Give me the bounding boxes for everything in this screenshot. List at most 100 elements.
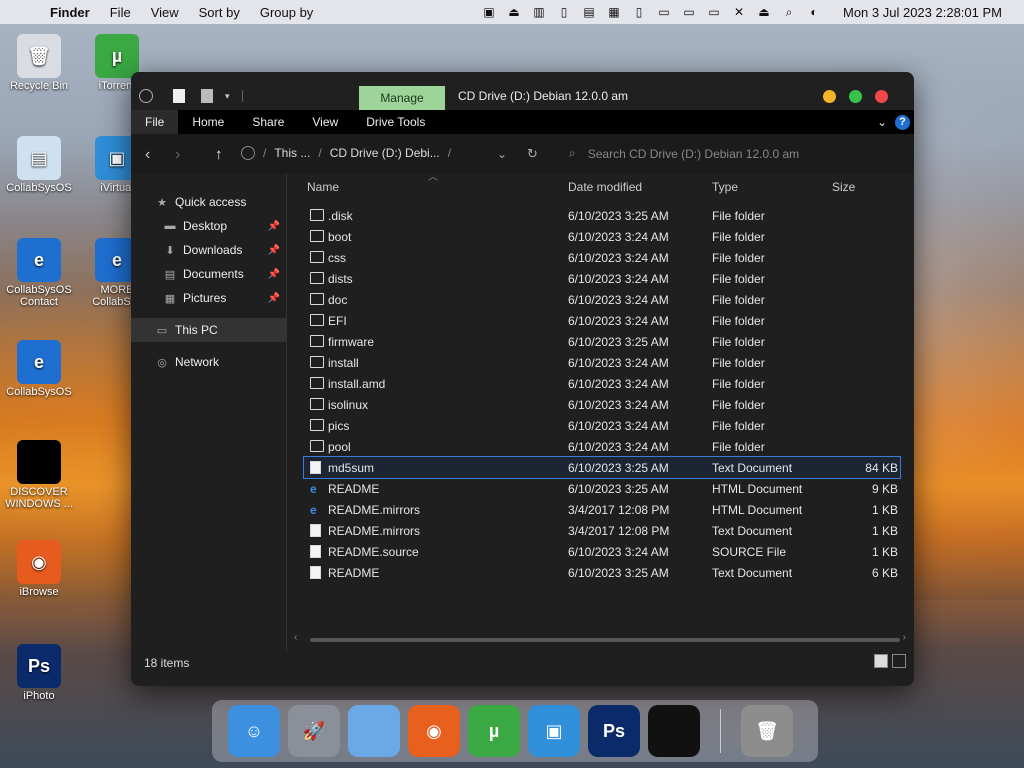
desktop-icon[interactable]: e CollabSysOS Contact [4, 238, 74, 308]
sidebar-item-network[interactable]: ◎ Network [131, 350, 286, 374]
firefox-dock-icon[interactable]: ◉ [408, 705, 460, 757]
column-size[interactable]: Size [832, 180, 855, 194]
table-row[interactable]: doc 6/10/2023 3:24 AM File folder [304, 289, 900, 310]
battery-icon[interactable]: ▯ [556, 5, 572, 19]
desktop-icon[interactable]: ▤ CollabSysOS [4, 136, 74, 194]
sidebar-item-desktop[interactable]: ▬ Desktop 📌 [131, 214, 286, 238]
table-row[interactable]: README.source 6/10/2023 3:24 AM SOURCE Fil… [304, 541, 900, 562]
properties-icon[interactable] [173, 89, 185, 103]
table-row[interactable]: README 6/10/2023 3:25 AM Text Document 6 KB [304, 562, 900, 583]
desktop-icon[interactable]: Ps iPhoto [4, 644, 74, 702]
phone-icon[interactable]: ▯ [631, 5, 647, 19]
new-folder-icon[interactable] [201, 89, 213, 103]
column-date[interactable]: Date modified [568, 180, 642, 194]
sidebar-item-pictures[interactable]: ▦ Pictures 📌 [131, 286, 286, 310]
details-view-icon[interactable] [874, 654, 888, 668]
column-type[interactable]: Type [712, 180, 738, 194]
help-icon[interactable]: ? [895, 114, 910, 130]
history-dropdown-icon[interactable]: ⌄ [497, 147, 507, 161]
folder-icon [310, 209, 324, 221]
launchpad-dock-icon[interactable]: 🚀 [288, 705, 340, 757]
desktop-icon[interactable]: e CollabSysOS [4, 340, 74, 398]
refresh-icon[interactable]: ↻ [527, 146, 538, 162]
photoshop-dock-icon[interactable]: Ps [588, 705, 640, 757]
drive-icon[interactable] [139, 89, 153, 103]
sidebar-item-this-pc[interactable]: ▭ This PC [131, 318, 286, 342]
clock[interactable]: Mon 3 Jul 2023 2:28:01 PM [843, 5, 1002, 20]
back-icon[interactable]: ‹ [145, 146, 150, 164]
breadcrumb[interactable]: / This ... / CD Drive (D:) Debi... / [241, 146, 451, 160]
folder-dock-icon[interactable] [348, 705, 400, 757]
scroll-left-icon[interactable]: ‹ [294, 632, 297, 643]
sidebar-item-quick-access[interactable]: ★ Quick access [131, 190, 286, 214]
large-icons-view-icon[interactable] [892, 654, 906, 668]
desktop-icon[interactable]: DISCOVER WINDOWS ... [4, 440, 74, 510]
desktop-icon[interactable]: 🗑 Recycle Bin [4, 34, 74, 92]
printer-icon[interactable]: ▣ [481, 5, 497, 19]
scroll-right-icon[interactable]: › [903, 632, 906, 643]
file-type: File folder [712, 398, 765, 412]
search-box[interactable]: ⌕ Search CD Drive (D:) Debian 12.0.0 am [569, 146, 799, 161]
search-icon[interactable]: ⌕ [781, 5, 797, 19]
table-row[interactable]: dists 6/10/2023 3:24 AM File folder [304, 268, 900, 289]
finder-dock-icon[interactable]: ☺ [228, 705, 280, 757]
mute-icon[interactable]: ✕ [731, 5, 747, 19]
mem-icon[interactable]: ▥ [531, 5, 547, 19]
menu-file[interactable]: File [100, 5, 141, 20]
menu-app-name[interactable]: Finder [40, 5, 100, 20]
scrollbar-thumb[interactable] [310, 638, 900, 642]
forward-icon[interactable]: › [175, 146, 180, 164]
table-row[interactable]: boot 6/10/2023 3:24 AM File folder [304, 226, 900, 247]
table-row[interactable]: EFI 6/10/2023 3:24 AM File folder [304, 310, 900, 331]
menu-sort-by[interactable]: Sort by [189, 5, 250, 20]
tab-file[interactable]: File [131, 110, 179, 134]
eject-icon[interactable]: ⏏ [756, 5, 772, 19]
horizontal-scrollbar[interactable]: ‹ › [294, 632, 906, 644]
eject-circle-icon[interactable]: ⏏ [506, 5, 522, 19]
table-row[interactable]: pool 6/10/2023 3:24 AM File folder [304, 436, 900, 457]
table-row[interactable]: .disk 6/10/2023 3:25 AM File folder [304, 205, 900, 226]
table-row[interactable]: pics 6/10/2023 3:24 AM File folder [304, 415, 900, 436]
table-row[interactable]: md5sum 6/10/2023 3:25 AM Text Document 84 K… [303, 456, 901, 479]
utorrent-dock-icon[interactable]: µ [468, 705, 520, 757]
table-row[interactable]: e README.mirrors 3/4/2017 12:08 PM HTML Doc… [304, 499, 900, 520]
search-input[interactable]: Search CD Drive (D:) Debian 12.0.0 am [588, 147, 799, 161]
column-name[interactable]: Name [307, 180, 339, 194]
expand-ribbon-icon[interactable]: ⌄ [877, 115, 887, 129]
table-row[interactable]: isolinux 6/10/2023 3:24 AM File folder [304, 394, 900, 415]
apple-dock-icon[interactable] [648, 705, 700, 757]
trash-dock-icon[interactable]: 🗑 [741, 705, 793, 757]
table-row[interactable]: css 6/10/2023 3:24 AM File folder [304, 247, 900, 268]
close-button[interactable] [875, 90, 888, 103]
menu-group-by[interactable]: Group by [250, 5, 323, 20]
table-row[interactable]: install 6/10/2023 3:24 AM File folder [304, 352, 900, 373]
breadcrumb-this-pc[interactable]: This ... [274, 146, 310, 160]
maximize-button[interactable] [849, 90, 862, 103]
drive-icon[interactable]: ▭ [681, 5, 697, 19]
sidebar-icon[interactable]: ▭ [656, 5, 672, 19]
virtual-dock-icon[interactable]: ▣ [528, 705, 580, 757]
sidebar-item-label: Quick access [175, 195, 247, 209]
tab-drive-tools[interactable]: Drive Tools [352, 110, 439, 134]
breadcrumb-cd-drive[interactable]: CD Drive (D:) Debi... [330, 146, 440, 160]
minimize-button[interactable] [823, 90, 836, 103]
manage-tab[interactable]: Manage [359, 86, 445, 110]
table-row[interactable]: e README 6/10/2023 3:25 AM HTML Document 9 K… [304, 478, 900, 499]
cpu-icon[interactable]: ▦ [606, 5, 622, 19]
table-row[interactable]: install.amd 6/10/2023 3:24 AM File folder [304, 373, 900, 394]
desktop-icon[interactable]: ◉ iBrowse [4, 540, 74, 598]
table-row[interactable]: firmware 6/10/2023 3:25 AM File folder [304, 331, 900, 352]
display-icon[interactable]: ▭ [706, 5, 722, 19]
tab-share[interactable]: Share [238, 110, 298, 134]
control-center-icon[interactable]: ◐ [806, 5, 822, 19]
title-bar[interactable]: ▾ Manage CD Drive (D:) Debian 12.0.0 am [131, 72, 914, 110]
ssd-icon[interactable]: ▤ [581, 5, 597, 19]
menu-view[interactable]: View [141, 5, 189, 20]
chevron-down-icon[interactable]: ▾ [225, 91, 230, 102]
tab-home[interactable]: Home [178, 110, 238, 134]
sidebar-item-downloads[interactable]: ⬇ Downloads 📌 [131, 238, 286, 262]
table-row[interactable]: README.mirrors 3/4/2017 12:08 PM Text Docu… [304, 520, 900, 541]
up-icon[interactable]: ↑ [215, 146, 223, 163]
sidebar-item-documents[interactable]: ▤ Documents 📌 [131, 262, 286, 286]
tab-view[interactable]: View [298, 110, 352, 134]
